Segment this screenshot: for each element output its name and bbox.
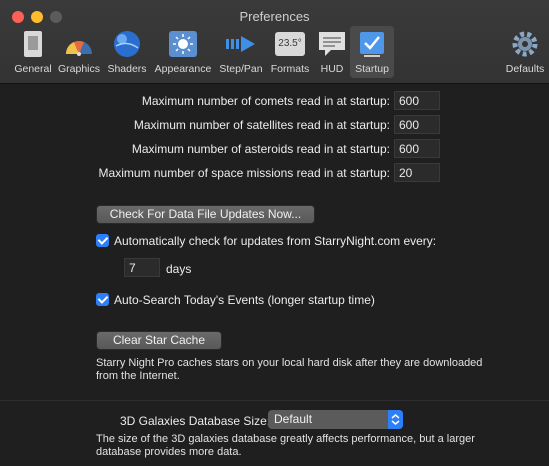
section-divider [0,400,549,401]
days-label: days [166,262,192,276]
hud-icon [315,28,349,60]
toolbar-hud[interactable]: HUD [314,26,350,78]
auto-check-label: Automatically check for updates from Sta… [114,234,437,248]
galaxies-note: The size of the 3D galaxies database gre… [96,433,475,458]
asteroids-label: Maximum number of asteroids read in at s… [131,142,390,156]
step-pan-arrow-icon [224,28,258,60]
toolbar-general[interactable]: General [10,26,56,78]
satellites-label: Maximum number of satellites read in at … [133,118,390,132]
toolbar-label: Startup [355,63,389,75]
general-icon [16,28,50,60]
formats-icon: 23.5° [273,28,307,60]
comets-max-field[interactable] [394,91,440,110]
formats-icon-text: 23.5° [275,32,305,56]
shaders-icon [110,28,144,60]
galaxies-db-size-select[interactable]: Default [268,410,403,429]
toolbar-appearance[interactable]: Appearance [152,26,214,78]
toolbar-defaults[interactable]: Defaults [502,26,548,78]
missions-label: Maximum number of space missions read in… [98,166,390,180]
preferences-window: Preferences General Graphics Shaders App… [0,0,549,466]
titlebar: Preferences General Graphics Shaders App… [0,0,549,84]
galaxies-db-label: 3D Galaxies Database Size: [120,414,271,428]
toolbar-formats[interactable]: 23.5° Formats [268,26,312,78]
toolbar-label: Graphics [57,63,100,75]
startup-pane: Maximum number of comets read in at star… [0,85,549,466]
chevron-up-down-icon [388,410,403,429]
toolbar-label: Appearance [154,63,212,75]
toolbar-label: Shaders [107,63,147,75]
toolbar-startup[interactable]: Startup [350,26,394,78]
galaxies-db-size-value: Default [274,412,313,426]
toolbar-step-pan[interactable]: Step/Pan [216,26,266,78]
asteroids-max-field[interactable] [394,139,440,158]
gear-icon [508,28,542,60]
auto-search-label: Auto-Search Today's Events (longer start… [114,293,375,307]
days-field[interactable] [124,258,160,277]
toolbar-label: Step/Pan [219,63,263,75]
satellites-max-field[interactable] [394,115,440,134]
auto-search-checkbox[interactable] [96,293,109,306]
appearance-icon [166,28,200,60]
startup-checkmark-icon [355,28,389,60]
toolbar-label: Defaults [505,63,545,75]
graphics-icon [62,28,96,60]
cache-note: Starry Night Pro caches stars on your lo… [96,357,483,382]
window-title: Preferences [239,9,310,24]
toolbar-label: Formats [270,63,310,75]
toolbar-label: HUD [320,63,344,75]
toolbar-label: General [14,63,52,75]
check-updates-button[interactable]: Check For Data File Updates Now... [96,205,315,224]
clear-star-cache-button[interactable]: Clear Star Cache [96,331,222,350]
missions-max-field[interactable] [394,163,440,182]
auto-check-checkbox[interactable] [96,234,109,247]
toolbar-shaders[interactable]: Shaders [104,26,150,78]
toolbar-graphics[interactable]: Graphics [56,26,102,78]
comets-label: Maximum number of comets read in at star… [141,94,390,108]
